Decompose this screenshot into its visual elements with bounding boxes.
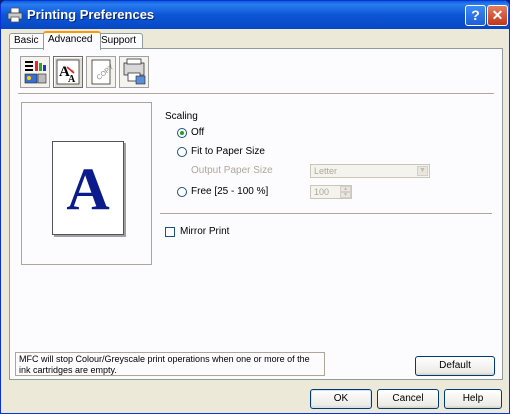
- free-scaling-label[interactable]: Free [25 - 100 %]: [191, 186, 268, 197]
- watermark-button[interactable]: COPY: [86, 56, 116, 88]
- scaling-heading: Scaling: [165, 111, 198, 122]
- print-quality-button[interactable]: [20, 56, 50, 88]
- scaling-button[interactable]: A A: [53, 56, 83, 88]
- tab-advanced[interactable]: Advanced: [43, 31, 101, 50]
- preview-letter: A: [66, 156, 110, 222]
- output-paper-size-select[interactable]: Letter ▼: [310, 164, 430, 178]
- title-bar[interactable]: Printing Preferences ? ✕: [1, 1, 509, 29]
- scaling-off-radio[interactable]: [177, 128, 187, 138]
- device-options-icon: [120, 58, 148, 90]
- fit-to-paper-radio[interactable]: [177, 147, 187, 157]
- scaling-off-label[interactable]: Off: [191, 127, 204, 138]
- free-scaling-radio[interactable]: [177, 187, 187, 197]
- printing-preferences-window: Printing Preferences ? ✕ Basic Advanced …: [0, 0, 510, 414]
- default-button[interactable]: Default: [415, 356, 495, 376]
- help-button[interactable]: Help: [444, 389, 502, 409]
- output-paper-size-label: Output Paper Size: [191, 165, 273, 176]
- paper-preview: A: [52, 141, 124, 235]
- tab-support[interactable]: Support: [96, 33, 143, 48]
- ok-button[interactable]: OK: [310, 389, 372, 409]
- device-options-button[interactable]: [119, 56, 149, 88]
- preview-pane: A: [21, 102, 152, 265]
- mirror-print-label[interactable]: Mirror Print: [180, 226, 229, 237]
- free-scaling-stepper[interactable]: 100 ▲ ▼: [310, 185, 352, 199]
- output-paper-size-value: Letter: [314, 166, 338, 176]
- advanced-panel: A A COPY A Scaling Off Fit to Paper Size…: [9, 48, 503, 380]
- spin-down-icon[interactable]: ▼: [340, 192, 351, 198]
- mirror-print-checkbox[interactable]: [165, 227, 175, 237]
- svg-text:A: A: [68, 74, 76, 85]
- toolbar-separator: [18, 93, 494, 95]
- tab-basic[interactable]: Basic: [9, 33, 45, 48]
- scaling-icon: A A: [54, 59, 82, 90]
- free-scaling-value: 100: [314, 187, 330, 197]
- watermark-icon: COPY: [87, 59, 116, 90]
- ink-status-message: MFC will stop Colour/Greyscale print ope…: [15, 352, 325, 376]
- help-title-button[interactable]: ?: [465, 5, 486, 26]
- print-quality-icon: [21, 61, 49, 90]
- chevron-down-icon: ▼: [417, 166, 428, 176]
- close-button[interactable]: ✕: [487, 5, 508, 26]
- window-title: Printing Preferences: [27, 7, 155, 22]
- section-divider: [160, 213, 492, 215]
- printer-icon: [7, 7, 23, 23]
- fit-to-paper-label[interactable]: Fit to Paper Size: [191, 146, 265, 157]
- cancel-button[interactable]: Cancel: [377, 389, 439, 409]
